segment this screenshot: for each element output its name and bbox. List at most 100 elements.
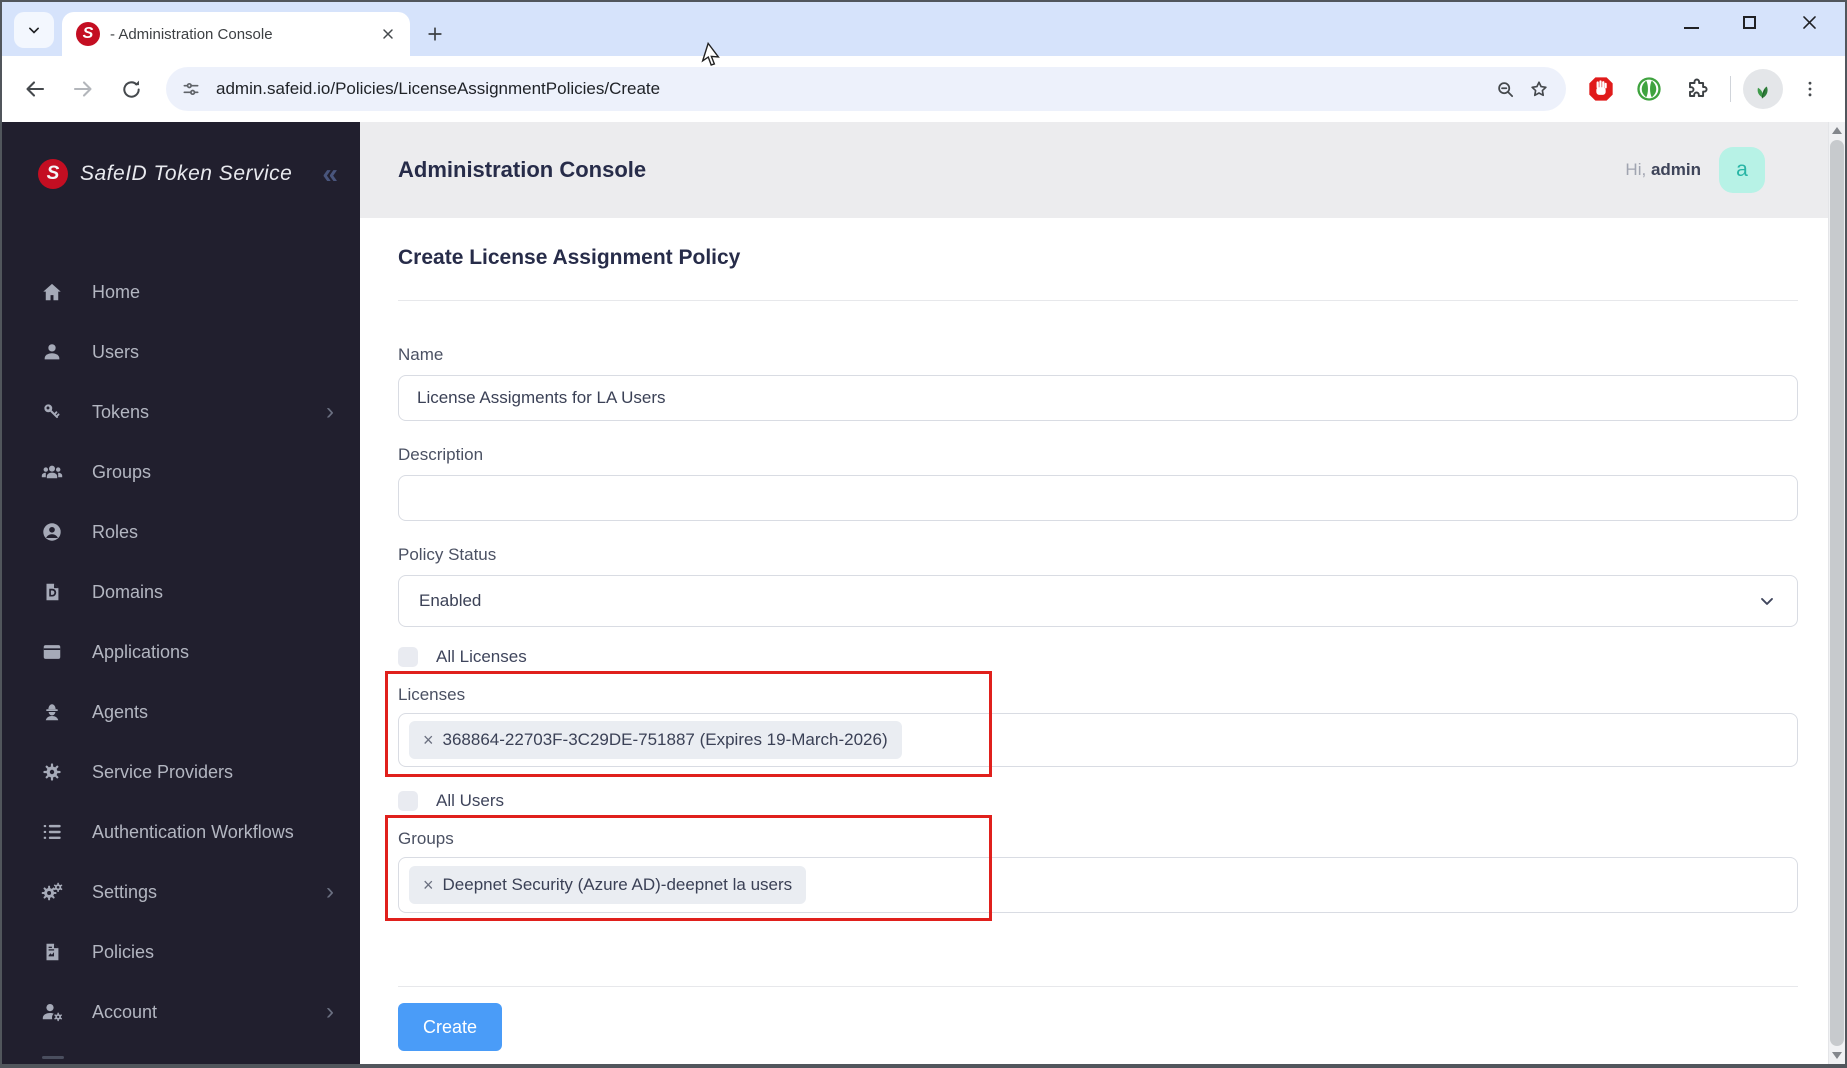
workflow-list-icon	[40, 820, 64, 844]
policy-status-label: Policy Status	[398, 545, 497, 564]
all-licenses-label: All Licenses	[436, 647, 527, 666]
sidebar-item-home[interactable]: Home	[2, 262, 360, 322]
sidebar-item-account[interactable]: Account ›	[2, 982, 360, 1042]
tab-title: - Administration Console	[110, 25, 273, 43]
remove-chip-icon[interactable]: ×	[423, 875, 434, 896]
tab-search-button[interactable]	[14, 12, 54, 48]
zoom-button[interactable]	[1488, 72, 1522, 106]
all-licenses-row: All Licenses	[398, 645, 1798, 669]
divider	[398, 986, 1798, 987]
policy-status-select[interactable]: Enabled	[398, 575, 1798, 627]
main-area: Administration Console Hi, admin a Creat…	[360, 122, 1845, 1064]
groups-group: Groups × Deepnet Security (Azure AD)-dee…	[385, 815, 1798, 921]
group-chip-text: Deepnet Security (Azure AD)-deepnet la u…	[442, 875, 793, 894]
toolbar-separator	[1730, 76, 1731, 102]
licenses-multiselect[interactable]: × 368864-22703F-3C29DE-751887 (Expires 1…	[398, 713, 1798, 767]
sidebar-item-applications[interactable]: Applications	[2, 622, 360, 682]
page-title: Create License Assignment Policy	[398, 246, 741, 269]
sidebar-item-roles[interactable]: Roles	[2, 502, 360, 562]
sidebar-item-authentication-workflows[interactable]: Authentication Workflows	[2, 802, 360, 862]
profile-button[interactable]	[1743, 69, 1783, 109]
chevron-right-icon: ›	[326, 878, 334, 905]
key-icon	[40, 400, 64, 424]
sidebar-item-settings[interactable]: Settings ›	[2, 862, 360, 922]
forward-icon	[73, 81, 92, 97]
greeting-text: Hi, admin	[1625, 160, 1701, 179]
reload-icon	[122, 80, 140, 98]
reload-button[interactable]	[110, 68, 152, 110]
site-settings-icon	[183, 83, 199, 96]
extensions-menu-button[interactable]	[1676, 68, 1718, 110]
groups-multiselect[interactable]: × Deepnet Security (Azure AD)-deepnet la…	[398, 857, 1798, 913]
minimize-icon	[1684, 27, 1699, 29]
address-bar[interactable]: admin.safeid.io/Policies/LicenseAssignme…	[166, 67, 1566, 111]
sidebar-item-policies[interactable]: Policies	[2, 922, 360, 982]
name-label: Name	[398, 345, 444, 364]
back-button[interactable]	[14, 68, 56, 110]
forward-button[interactable]	[62, 68, 104, 110]
titlebar: S - Administration Console	[2, 2, 1845, 56]
name-input[interactable]	[398, 375, 1798, 421]
adblock-extension-button[interactable]	[1580, 68, 1622, 110]
browser-tab[interactable]: S - Administration Console	[62, 12, 410, 56]
policy-document-icon	[40, 940, 64, 964]
green-extension-button[interactable]	[1628, 68, 1670, 110]
home-icon	[40, 280, 64, 304]
brand: S SafeID Token Service «	[2, 122, 360, 226]
gears-icon	[40, 880, 64, 904]
all-users-label: All Users	[436, 791, 505, 810]
puzzle-icon	[1689, 78, 1708, 97]
avatar[interactable]: a	[1719, 147, 1765, 193]
site-info-button[interactable]	[174, 72, 208, 106]
groups-icon	[40, 460, 64, 484]
scroll-up-arrow[interactable]	[1832, 127, 1842, 134]
sidebar-item-domains[interactable]: Domains	[2, 562, 360, 622]
username: admin	[1650, 160, 1701, 179]
vertical-scrollbar[interactable]	[1828, 122, 1845, 1064]
remove-chip-icon[interactable]: ×	[423, 730, 434, 751]
policy-status-value: Enabled	[419, 591, 482, 610]
scroll-down-arrow[interactable]	[1832, 1052, 1842, 1059]
chevron-right-icon: ›	[326, 998, 334, 1025]
sidebar-item-groups[interactable]: Groups	[2, 442, 360, 502]
scrollbar-thumb[interactable]	[1830, 140, 1844, 1046]
all-licenses-checkbox[interactable]	[398, 647, 418, 667]
role-badge-icon	[40, 520, 64, 544]
browser-menu-button[interactable]	[1789, 68, 1831, 110]
sidebar-collapse-button[interactable]: «	[322, 160, 338, 188]
description-input[interactable]	[398, 475, 1798, 521]
sidebar-item-tokens[interactable]: Tokens ›	[2, 382, 360, 442]
sidebar-item-agents[interactable]: Agents	[2, 682, 360, 742]
maximize-button[interactable]	[1743, 16, 1756, 34]
green-circle-icon	[1637, 77, 1661, 101]
close-window-button[interactable]	[1800, 13, 1819, 37]
minimize-button[interactable]	[1684, 16, 1699, 34]
url-text[interactable]: admin.safeid.io/Policies/LicenseAssignme…	[216, 79, 1488, 99]
group-chip: × Deepnet Security (Azure AD)-deepnet la…	[409, 866, 807, 904]
sidebar-item-users[interactable]: Users	[2, 322, 360, 382]
licenses-group: Licenses × 368864-22703F-3C29DE-751887 (…	[385, 671, 1798, 777]
gear-icon	[40, 760, 64, 784]
all-users-checkbox[interactable]	[398, 791, 418, 811]
all-users-row: All Users	[398, 789, 1798, 813]
plus-icon	[428, 27, 442, 41]
sidebar-nav: Home Users Tokens › Groups Roles Domains…	[2, 226, 360, 1059]
close-icon	[1803, 16, 1816, 29]
create-button[interactable]: Create	[398, 1003, 503, 1051]
stop-hand-icon	[1589, 77, 1613, 101]
maximize-icon	[1743, 16, 1756, 29]
user-icon	[40, 340, 64, 364]
chevron-down-icon	[1761, 598, 1773, 605]
new-tab-button[interactable]	[418, 17, 452, 51]
site-favicon: S	[76, 22, 100, 46]
bookmark-button[interactable]	[1522, 72, 1556, 106]
kebab-menu-icon	[1808, 81, 1812, 97]
back-icon	[26, 81, 45, 97]
brand-name: SafeID Token Service	[80, 162, 293, 185]
agent-icon	[40, 700, 64, 724]
groups-label: Groups	[398, 829, 454, 848]
license-chip-text: 368864-22703F-3C29DE-751887 (Expires 19-…	[442, 730, 888, 749]
sidebar-item-service-providers[interactable]: Service Providers	[2, 742, 360, 802]
tab-close-button[interactable]	[376, 22, 400, 46]
browser-toolbar: admin.safeid.io/Policies/LicenseAssignme…	[2, 56, 1845, 122]
